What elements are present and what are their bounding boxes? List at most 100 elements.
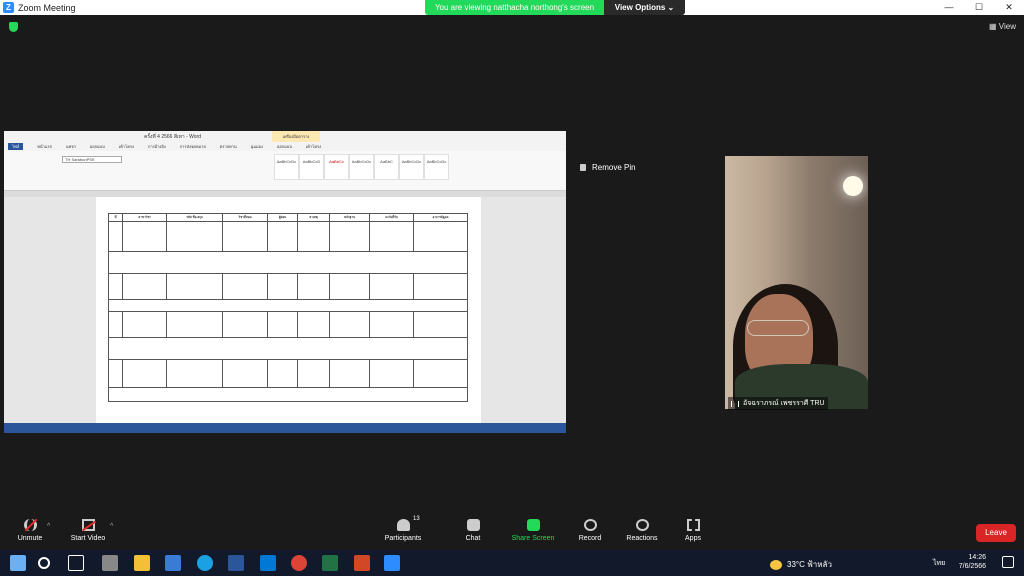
- video-options-caret[interactable]: ^: [110, 523, 113, 530]
- word-context-tab: เครื่องมือตาราง: [272, 131, 320, 142]
- store-icon[interactable]: [260, 555, 276, 571]
- table-row: [108, 299, 468, 312]
- table-header: อาจารย์ดูแล: [413, 213, 468, 222]
- windows-taskbar: 33°C ฟ้าหลัว ไทย 14:26 7/6/2566: [0, 550, 1024, 576]
- table-header: ผู้สอน: [267, 213, 298, 222]
- shared-screen[interactable]: ครั้งที่ 4 2566 สีเทา - Word เครื่องมือต…: [4, 131, 566, 433]
- start-video-label: Start Video: [70, 535, 106, 542]
- weather-temp: 33°C: [787, 560, 805, 569]
- window-controls: — ☐ ✕: [934, 0, 1024, 15]
- participants-count: 13: [413, 516, 420, 522]
- table-row: [108, 251, 468, 274]
- language-indicator[interactable]: ไทย: [933, 558, 945, 569]
- word-title-bar: ครั้งที่ 4 2566 สีเทา - Word เครื่องมือต…: [4, 131, 566, 142]
- excel-icon[interactable]: [322, 555, 338, 571]
- system-clock[interactable]: 14:26 7/6/2566: [959, 553, 986, 571]
- close-button[interactable]: ✕: [994, 0, 1024, 15]
- word-tab: การอ้างอิง: [147, 144, 166, 149]
- maximize-button[interactable]: ☐: [964, 0, 994, 15]
- powerpoint-icon[interactable]: [354, 555, 370, 571]
- word-ribbon-tabs: ไฟล์ หน้าแรก แทรก ออกแบบ เค้าโครง การอ้า…: [4, 142, 566, 151]
- view-options-button[interactable]: View Options ⌄: [604, 0, 685, 15]
- word-icon[interactable]: [228, 555, 244, 571]
- edge-icon[interactable]: [197, 555, 213, 571]
- table-row: [108, 387, 468, 402]
- table-row: [107, 221, 468, 252]
- chat-icon: [466, 519, 480, 531]
- word-status-bar: [4, 423, 566, 433]
- participants-label: Participants: [384, 535, 422, 542]
- document-table: ที่ สาขาวิชา รหัส ชื่อ-สกุล วิชาที่สอน ผ…: [107, 213, 468, 402]
- participants-icon: [396, 519, 410, 531]
- viewing-screen-message: You are viewing natthacha northong's scr…: [425, 0, 604, 15]
- reactions-label: Reactions: [626, 535, 658, 542]
- share-screen-button[interactable]: Share Screen: [503, 519, 563, 542]
- chrome-icon[interactable]: [291, 555, 307, 571]
- word-style: AaBbCcD: [299, 154, 324, 180]
- camera-off-icon: [81, 519, 95, 531]
- clock-date: 7/6/2566: [958, 563, 986, 570]
- record-button[interactable]: Record: [560, 519, 620, 542]
- word-font-box: TH SarabunPSK: [62, 156, 122, 163]
- word-tab: มุมมอง: [250, 144, 263, 149]
- word-tab: เค้าโครง: [305, 144, 322, 149]
- audio-options-caret[interactable]: ^: [47, 523, 50, 530]
- table-row: [108, 337, 468, 360]
- weather-sun-icon: [770, 559, 782, 570]
- remove-pin-button[interactable]: Remove Pin: [580, 163, 636, 172]
- view-button[interactable]: ▦ View: [989, 22, 1016, 31]
- share-screen-label: Share Screen: [511, 535, 555, 542]
- record-label: Record: [578, 535, 602, 542]
- participant-name: อัจฉราภรณ์ เพชรราศี TRU: [743, 400, 825, 407]
- windows-start-icon[interactable]: [10, 555, 26, 571]
- word-tab: แทรก: [66, 144, 76, 149]
- start-video-button[interactable]: Start Video: [58, 519, 118, 542]
- clock-time: 14:26: [968, 554, 986, 561]
- file-explorer-icon[interactable]: [134, 555, 150, 571]
- word-document-page: ที่ สาขาวิชา รหัส ชื่อ-สกุล วิชาที่สอน ผ…: [96, 197, 481, 423]
- word-style: AaBbCc: [324, 154, 349, 180]
- signal-bars-icon: [731, 400, 739, 407]
- notification-icon[interactable]: [1002, 556, 1014, 568]
- word-style: AaBbCcDc: [349, 154, 374, 180]
- apps-button[interactable]: Apps: [663, 519, 723, 542]
- participant-video[interactable]: [725, 156, 868, 409]
- table-row: [107, 359, 468, 388]
- search-icon[interactable]: [38, 557, 50, 569]
- word-ribbon: TH SarabunPSK AaBbCcDc AaBbCcD AaBbCc Aa…: [4, 151, 566, 191]
- word-style: AaBbCcDc: [424, 154, 449, 180]
- weather-widget[interactable]: 33°C ฟ้าหลัว: [770, 558, 832, 571]
- table-header: หลักฐาน: [329, 213, 371, 222]
- microphone-muted-icon: [23, 519, 37, 531]
- table-header: วิชาที่สอน: [221, 213, 269, 222]
- word-tab: หน้าแรก: [37, 144, 53, 149]
- word-tab: ออกแบบ: [89, 144, 105, 149]
- word-tab: ไฟล์: [8, 143, 24, 150]
- remove-pin-label: Remove Pin: [592, 163, 636, 172]
- apps-icon: [686, 519, 700, 531]
- widgets-icon[interactable]: [102, 555, 118, 571]
- leave-button[interactable]: Leave: [976, 524, 1016, 542]
- video-light: [843, 176, 863, 196]
- minimize-button[interactable]: —: [934, 0, 964, 15]
- encryption-shield-icon[interactable]: [9, 22, 18, 32]
- word-tab: การส่งจดหมาย: [179, 144, 206, 149]
- table-row: [107, 273, 468, 300]
- unmute-button[interactable]: Unmute: [0, 519, 60, 542]
- chat-button[interactable]: Chat: [443, 519, 503, 542]
- chat-label: Chat: [465, 535, 481, 542]
- mail-icon[interactable]: [165, 555, 181, 571]
- table-header: ลงวันที่รับ: [369, 213, 415, 222]
- view-label: View: [998, 22, 1016, 31]
- zoom-taskbar-icon[interactable]: [384, 555, 400, 571]
- weather-text: ฟ้าหลัว: [807, 560, 832, 569]
- participants-button[interactable]: Participants: [373, 519, 433, 542]
- record-icon: [583, 519, 597, 531]
- word-tab: ออกแบบ: [276, 144, 292, 149]
- reactions-icon: [635, 519, 649, 531]
- app-title: Zoom Meeting: [18, 2, 76, 13]
- table-header: สาขาวิชา: [122, 213, 168, 222]
- word-styles-gallery: AaBbCcDc AaBbCcD AaBbCc AaBbCcDc AaBbC A…: [274, 154, 449, 180]
- task-view-icon[interactable]: [68, 555, 84, 571]
- table-header: รหัส ชื่อ-สกุล: [166, 213, 223, 222]
